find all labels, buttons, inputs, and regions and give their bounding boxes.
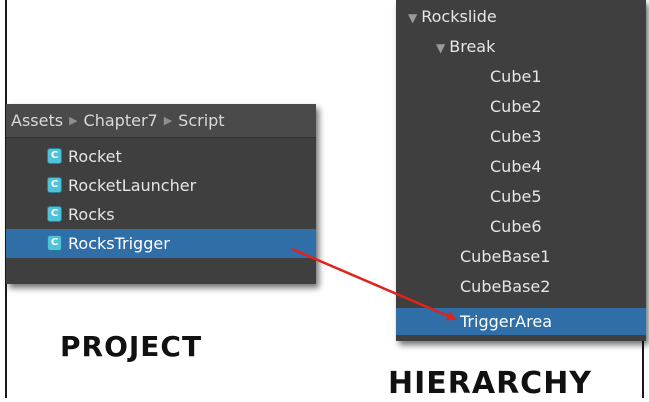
hierarchy-item-cube1[interactable]: Cube1 xyxy=(396,64,646,90)
project-item-label: RocketLauncher xyxy=(68,176,197,195)
hierarchy-item-cubebase1[interactable]: CubeBase1 xyxy=(396,244,646,270)
project-item-label: RocksTrigger xyxy=(68,234,170,253)
hierarchy-item-label: Break xyxy=(449,37,496,56)
hierarchy-item-label: Cube5 xyxy=(490,187,542,206)
triangle-right-icon: ▶ xyxy=(163,114,173,127)
breadcrumb: Assets ▶ Chapter7 ▶ Script xyxy=(6,104,316,138)
breadcrumb-item-assets[interactable]: Assets xyxy=(11,111,63,130)
hierarchy-item-cube2[interactable]: Cube2 xyxy=(396,94,646,120)
hierarchy-item-label: Cube1 xyxy=(490,67,542,86)
project-item-rocks[interactable]: C Rocks xyxy=(6,200,316,229)
hierarchy-item-label: CubeBase1 xyxy=(460,247,551,266)
csharp-script-icon: C xyxy=(47,206,62,222)
csharp-script-icon: C xyxy=(47,235,62,251)
csharp-script-icon: C xyxy=(47,177,62,193)
hierarchy-item-cube3[interactable]: Cube3 xyxy=(396,124,646,150)
hierarchy-item-label: TriggerArea xyxy=(460,312,552,331)
hierarchy-item-label: Rockslide xyxy=(421,7,497,26)
project-item-label: Rocket xyxy=(68,147,122,166)
hierarchy-item-triggerarea[interactable]: TriggerArea xyxy=(396,308,646,335)
project-caption: PROJECT xyxy=(60,330,203,363)
hierarchy-item-break[interactable]: ▼ Break xyxy=(396,34,646,60)
hierarchy-caption: HIERARCHY xyxy=(388,366,593,401)
project-item-rocket[interactable]: C Rocket xyxy=(6,142,316,171)
breadcrumb-item-chapter7[interactable]: Chapter7 xyxy=(84,111,158,130)
hierarchy-item-label: CubeBase2 xyxy=(460,277,551,296)
breadcrumb-item-script[interactable]: Script xyxy=(178,111,224,130)
hierarchy-item-cube5[interactable]: Cube5 xyxy=(396,184,646,210)
triangle-down-icon[interactable]: ▼ xyxy=(408,11,417,25)
hierarchy-item-label: Cube6 xyxy=(490,217,542,236)
hierarchy-item-label: Cube3 xyxy=(490,127,542,146)
hierarchy-item-cube6[interactable]: Cube6 xyxy=(396,214,646,240)
csharp-script-icon: C xyxy=(47,148,62,164)
project-item-rocketlauncher[interactable]: C RocketLauncher xyxy=(6,171,316,200)
hierarchy-item-rockslide[interactable]: ▼ Rockslide xyxy=(396,4,646,30)
hierarchy-panel: ▼ Rockslide ▼ Break Cube1 Cube2 Cube3 Cube… xyxy=(396,0,646,341)
project-item-label: Rocks xyxy=(68,205,115,224)
project-item-rockstrigger[interactable]: C RocksTrigger xyxy=(6,229,316,258)
triangle-right-icon: ▶ xyxy=(69,114,78,127)
triangle-down-icon[interactable]: ▼ xyxy=(436,41,445,55)
hierarchy-item-label: Cube4 xyxy=(490,157,542,176)
project-asset-list: C Rocket C RocketLauncher C Rocks C Rock… xyxy=(6,142,316,258)
hierarchy-item-cubebase2[interactable]: CubeBase2 xyxy=(396,274,646,300)
hierarchy-item-cube4[interactable]: Cube4 xyxy=(396,154,646,180)
project-panel: Assets ▶ Chapter7 ▶ Script C Rocket C Rocket… xyxy=(6,104,316,284)
hierarchy-item-label: Cube2 xyxy=(490,97,542,116)
